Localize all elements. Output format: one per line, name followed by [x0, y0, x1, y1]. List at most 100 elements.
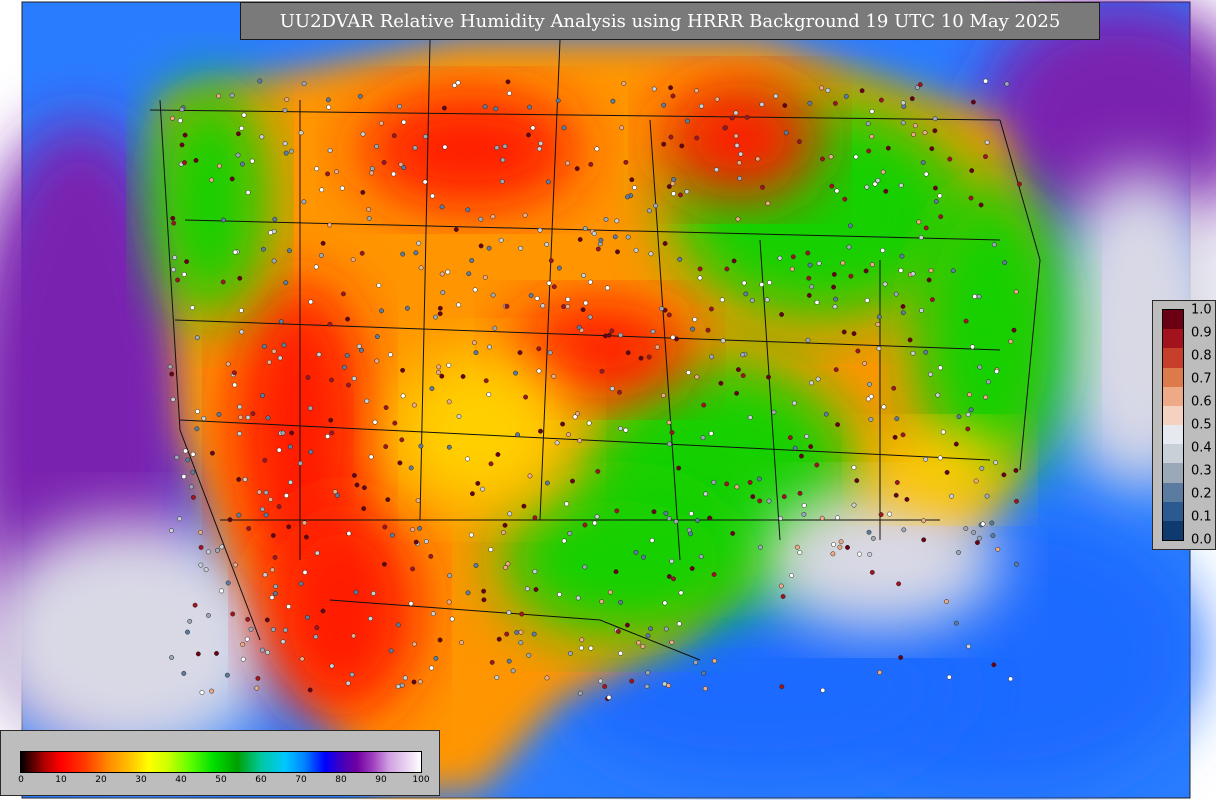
station-dot — [1013, 289, 1019, 295]
station-dot — [875, 321, 881, 327]
station-dot — [894, 416, 900, 422]
legend-label: 0.7 — [1191, 371, 1212, 387]
station-dot — [898, 268, 904, 273]
station-dot — [574, 166, 580, 172]
station-dot — [740, 373, 746, 379]
colorbar-tick-label: 10 — [55, 775, 67, 785]
station-dot — [209, 688, 215, 694]
station-dot — [867, 381, 872, 387]
station-dot — [277, 355, 283, 361]
station-dot — [645, 670, 651, 676]
station-dot — [670, 181, 676, 187]
station-dot — [926, 277, 932, 283]
station-dot — [892, 434, 898, 440]
station-dot — [214, 650, 219, 656]
station-dot — [284, 97, 290, 102]
station-dot — [733, 133, 739, 139]
station-dot — [909, 96, 915, 102]
station-dot — [619, 125, 625, 131]
station-dot — [697, 275, 703, 281]
station-dot — [174, 454, 180, 460]
station-dot — [478, 243, 484, 249]
station-dot — [198, 562, 204, 568]
station-dot — [662, 241, 668, 246]
station-dot — [801, 503, 807, 508]
station-dot — [893, 492, 899, 498]
station-dot — [929, 297, 935, 303]
station-dot — [417, 679, 423, 685]
station-dot — [950, 268, 956, 274]
station-dot — [299, 656, 305, 662]
station-dot — [374, 358, 380, 364]
station-dot — [875, 178, 881, 183]
station-dot — [261, 343, 267, 349]
station-dot — [510, 668, 516, 674]
legend-label: 1.0 — [1191, 302, 1212, 318]
station-dot — [835, 515, 840, 521]
station-dot — [900, 120, 906, 126]
station-dot — [825, 87, 831, 93]
station-dot — [350, 257, 356, 263]
station-dot — [547, 350, 553, 356]
station-dot — [735, 216, 741, 222]
station-dot — [428, 553, 434, 559]
station-dot — [282, 107, 288, 113]
station-dot — [496, 636, 502, 642]
station-dot — [883, 188, 889, 194]
station-dot — [561, 538, 567, 544]
station-dot — [843, 93, 849, 99]
station-dot — [482, 274, 488, 280]
station-dot — [614, 508, 620, 514]
station-dot — [286, 524, 292, 530]
station-dot — [907, 337, 913, 343]
station-dot — [307, 405, 313, 411]
station-dot — [602, 684, 608, 689]
station-dot — [946, 674, 952, 680]
station-dot — [855, 348, 861, 354]
station-dot — [345, 680, 351, 686]
station-dot — [809, 284, 815, 290]
station-dot — [900, 310, 906, 316]
station-dot — [250, 411, 256, 417]
station-dot — [219, 544, 225, 550]
station-dot — [578, 645, 584, 651]
station-dot — [689, 566, 695, 571]
station-dot — [956, 414, 962, 420]
station-dot — [349, 672, 355, 678]
station-dot — [646, 354, 652, 360]
station-dot — [224, 672, 230, 678]
station-dot — [654, 344, 660, 350]
station-dot — [345, 316, 351, 322]
station-dot — [864, 297, 870, 303]
station-dot — [257, 78, 263, 84]
station-dot — [401, 119, 407, 125]
legend-swatch — [1163, 482, 1183, 503]
station-dot — [806, 275, 812, 281]
legend-swatch — [1163, 310, 1183, 330]
station-dot — [214, 547, 220, 553]
station-dot — [272, 216, 278, 222]
station-dot — [820, 687, 826, 693]
station-dot — [436, 369, 441, 375]
legend-swatch — [1163, 405, 1183, 426]
station-dot — [1001, 472, 1007, 478]
station-dot — [276, 447, 282, 453]
station-dot — [603, 216, 609, 222]
station-dot — [599, 599, 605, 605]
station-dot — [270, 567, 275, 573]
station-dot — [268, 497, 274, 502]
station-dot — [188, 484, 194, 490]
station-dot — [944, 599, 949, 605]
station-dot — [767, 280, 772, 286]
station-dot — [502, 522, 508, 528]
station-dot — [198, 529, 204, 535]
station-dot — [618, 426, 623, 431]
station-dot — [829, 183, 835, 189]
station-dot — [230, 611, 236, 617]
humidity-colorbar — [20, 751, 422, 773]
station-dot — [668, 134, 674, 140]
station-dot — [629, 177, 635, 183]
station-dot — [577, 237, 583, 242]
station-dot — [797, 550, 803, 555]
station-dot — [629, 678, 635, 684]
